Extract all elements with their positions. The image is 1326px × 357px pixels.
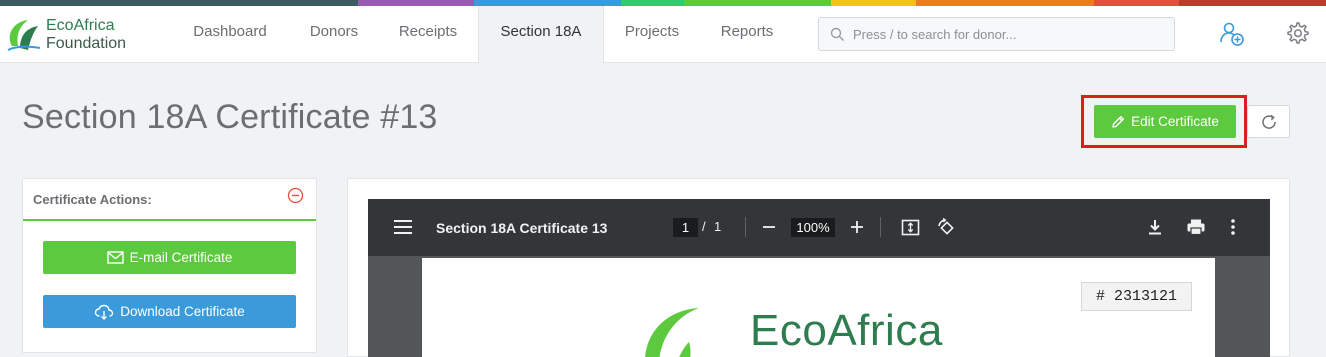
print-icon[interactable] [1186,218,1206,236]
toolbar-divider [745,217,746,237]
pdf-page: # 2313121 EcoAfrica [422,258,1215,357]
nav-reports[interactable]: Reports [700,6,794,63]
download-icon[interactable] [1147,218,1163,236]
settings-button[interactable] [1284,20,1312,48]
edit-certificate-button[interactable]: Edit Certificate [1094,105,1236,138]
search-input[interactable] [853,18,1163,50]
add-user-button[interactable] [1218,20,1246,48]
page-total: 1 [714,219,722,234]
pdf-title: Section 18A Certificate 13 [436,220,608,236]
edit-certificate-label: Edit Certificate [1131,114,1219,129]
zoom-level[interactable]: 100% [791,218,835,237]
page-number-input[interactable]: 1 [673,218,698,237]
fit-page-icon[interactable] [901,218,920,237]
email-certificate-button[interactable]: E-mail Certificate [43,241,296,274]
nav-receipts[interactable]: Receipts [378,6,478,63]
nav-projects[interactable]: Projects [604,6,700,63]
leaf-logo-icon [645,308,699,357]
search-icon [830,27,845,42]
download-certificate-label: Download Certificate [120,304,245,319]
nav-dashboard[interactable]: Dashboard [170,6,290,63]
hamburger-menu-icon[interactable] [394,219,412,235]
actions-header: Certificate Actions: [23,179,316,221]
pdf-viewer[interactable]: Section 18A Certificate 13 1 / 1 100% # … [368,199,1270,357]
leaf-logo-icon [7,20,41,51]
gear-icon [1287,22,1309,44]
donor-search[interactable] [818,17,1175,51]
top-navbar: EcoAfrica Foundation Dashboard Donors Re… [0,6,1326,64]
brand-line2: Foundation [46,35,127,52]
download-certificate-button[interactable]: Download Certificate [43,295,296,328]
pencil-icon [1112,115,1124,128]
collapse-icon[interactable] [287,187,304,204]
certificate-number: # 2313121 [1081,282,1192,311]
brand-logo[interactable]: EcoAfrica Foundation [6,14,146,56]
brand-name: EcoAfrica Foundation [46,17,126,53]
nav-donors[interactable]: Donors [290,6,378,63]
page-separator: / [702,219,706,234]
page-title: Section 18A Certificate #13 [22,98,438,136]
add-user-icon [1220,22,1244,46]
certificate-logo-text: EcoAfrica [750,306,943,355]
actions-title: Certificate Actions: [33,192,152,207]
email-certificate-label: E-mail Certificate [129,250,233,265]
certificate-actions-panel: Certificate Actions: E-mail Certificate … [22,178,317,353]
refresh-icon [1261,114,1276,129]
envelope-icon [106,251,124,264]
cloud-download-icon [95,304,114,320]
toolbar-divider [880,217,881,237]
rotate-icon[interactable] [936,217,956,237]
brand-line1: EcoAfrica [46,17,115,34]
refresh-button[interactable] [1247,105,1290,138]
more-options-icon[interactable] [1230,218,1236,236]
nav-section-18a[interactable]: Section 18A [478,6,604,64]
zoom-out-icon[interactable] [761,219,777,235]
pdf-toolbar: Section 18A Certificate 13 1 / 1 100% [368,199,1270,256]
zoom-in-icon[interactable] [849,219,865,235]
